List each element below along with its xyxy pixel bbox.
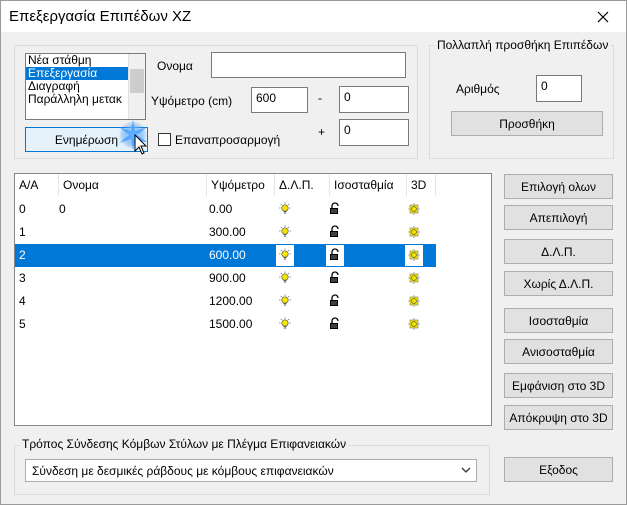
deselect-button[interactable]: Απεπιλογή xyxy=(504,205,613,230)
column-header[interactable]: Α/Α xyxy=(15,174,59,196)
window-title: Επεξεργασία Επιπέδων XZ xyxy=(9,8,192,25)
mode-listbox[interactable]: Νέα στάθμη Επεξεργασία Διαγραφή Παράλληλ… xyxy=(25,53,146,120)
plus-input[interactable]: 0 xyxy=(339,119,409,146)
close-icon xyxy=(597,11,609,22)
select-all-label: Επιλογή ολων xyxy=(520,179,597,194)
multi-add-group xyxy=(429,45,614,159)
isostathmia-label: Ισοσταθμία xyxy=(528,313,589,328)
chevron-down-icon xyxy=(461,467,471,473)
table-row[interactable]: 3 900.00 xyxy=(15,267,436,290)
exit-button[interactable]: Εξοδος xyxy=(504,457,613,482)
count-label: Αριθμός xyxy=(456,82,500,96)
table-row[interactable]: 4 1200.00 xyxy=(15,290,436,313)
show-3d-button[interactable]: Εμφάνιση στο 3D xyxy=(504,373,613,398)
row-height: 900.00 xyxy=(209,271,246,285)
column-header[interactable]: 3D xyxy=(407,174,436,196)
table-row[interactable]: 0 0 0.00 xyxy=(15,198,436,221)
levels-table[interactable]: Α/Α Ονομα Υψόμετρο Δ.Λ.Π. Ισοσταθμία 3D … xyxy=(14,173,492,426)
height-label: Υψόμετρο (cm) xyxy=(151,94,233,108)
row-height: 1200.00 xyxy=(209,294,253,308)
plus-label: + xyxy=(318,125,326,139)
row-aa: 5 xyxy=(19,317,26,331)
table-row[interactable]: 1 300.00 xyxy=(15,221,436,244)
hide-3d-label: Απόκρυψη στο 3D xyxy=(509,410,608,425)
name-label: Ονομα xyxy=(157,59,193,73)
dlp-button[interactable]: Δ.Λ.Π. xyxy=(504,239,613,264)
table-row[interactable]: 5 1500.00 xyxy=(15,313,436,336)
row-height: 600.00 xyxy=(209,248,246,262)
select-all-button[interactable]: Επιλογή ολων xyxy=(504,174,613,199)
connection-select-value: Σύνδεση με δεσμικές ράβδους με κόμβους ε… xyxy=(32,464,334,478)
readjust-checkbox[interactable] xyxy=(158,133,171,146)
row-aa: 2 xyxy=(19,248,26,262)
show-3d-label: Εμφάνιση στο 3D xyxy=(511,378,606,393)
row-name: 0 xyxy=(59,202,66,216)
table-row[interactable]: 2 600.00 xyxy=(15,244,436,267)
row-height: 300.00 xyxy=(209,225,246,239)
minus-input[interactable]: 0 xyxy=(339,86,409,113)
column-header[interactable]: Υψόμετρο xyxy=(207,174,275,196)
row-aa: 3 xyxy=(19,271,26,285)
name-input[interactable] xyxy=(211,52,406,78)
no-dlp-button[interactable]: Χωρίς Δ.Λ.Π. xyxy=(504,271,613,296)
no-dlp-label: Χωρίς Δ.Λ.Π. xyxy=(523,276,594,291)
minus-label: - xyxy=(318,91,322,105)
row-height: 0.00 xyxy=(209,202,233,216)
connection-group-label: Τρόπος Σύνδεσης Κόμβων Στύλων με Πλέγμα … xyxy=(20,437,349,451)
add-button[interactable]: Προσθήκη xyxy=(451,111,603,136)
row-aa: 0 xyxy=(19,202,26,216)
anisostathmia-label: Ανισοσταθμία xyxy=(522,344,595,359)
exit-label: Εξοδος xyxy=(539,462,578,477)
connection-select[interactable]: Σύνδεση με δεσμικές ράβδους με κόμβους ε… xyxy=(25,459,477,482)
update-button-label: Ενημέρωση xyxy=(54,132,119,147)
deselect-label: Απεπιλογή xyxy=(529,210,588,225)
close-button[interactable] xyxy=(580,1,626,32)
cursor-highlight-icon xyxy=(119,119,149,155)
hide-3d-button[interactable]: Απόκρυψη στο 3D xyxy=(504,405,613,430)
listbox-scrollbar[interactable] xyxy=(128,54,145,119)
row-aa: 1 xyxy=(19,225,26,239)
title-bar: Επεξεργασία Επιπέδων XZ xyxy=(1,1,626,32)
column-header[interactable]: Ισοσταθμία xyxy=(330,174,407,196)
anisostathmia-button[interactable]: Ανισοσταθμία xyxy=(504,339,613,364)
column-header[interactable]: Ονομα xyxy=(59,174,207,196)
row-height: 1500.00 xyxy=(209,317,253,331)
readjust-label: Επαναπροσαρμογή xyxy=(175,133,281,147)
isostathmia-button[interactable]: Ισοσταθμία xyxy=(504,308,613,333)
height-input[interactable]: 600 xyxy=(251,87,308,113)
dlp-label: Δ.Λ.Π. xyxy=(541,244,576,259)
row-aa: 4 xyxy=(19,294,26,308)
multi-add-group-label: Πολλαπλή προσθήκη Επιπέδων xyxy=(435,38,611,52)
dialog-window: Επεξεργασία Επιπέδων XZ Νέα στάθμη Επεξε… xyxy=(0,0,627,505)
count-input[interactable]: 0 xyxy=(536,75,582,102)
column-header[interactable]: Δ.Λ.Π. xyxy=(275,174,330,196)
add-button-label: Προσθήκη xyxy=(499,116,555,131)
